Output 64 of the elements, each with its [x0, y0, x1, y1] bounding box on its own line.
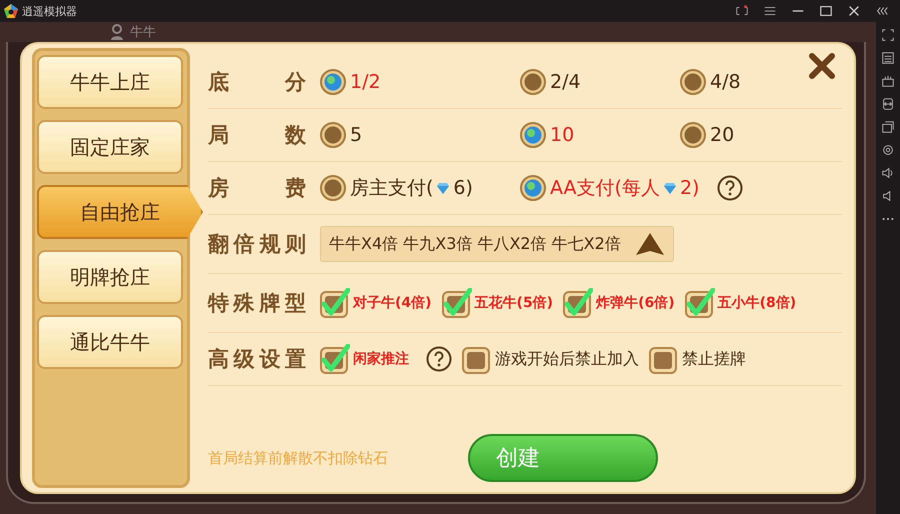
mode-tab[interactable]: 牛牛上庄 — [37, 55, 183, 109]
sync-icon[interactable] — [881, 97, 895, 111]
radio-icon[interactable] — [520, 69, 546, 95]
option-label: 10 — [550, 124, 574, 146]
radio-selected-icon[interactable] — [520, 122, 546, 148]
diamond-icon — [437, 182, 450, 194]
window-icon[interactable] — [881, 120, 895, 134]
checkbox-checked-icon[interactable] — [563, 288, 594, 318]
radio-icon[interactable] — [680, 122, 706, 148]
up-triangle-icon[interactable] — [634, 232, 665, 256]
checkbox-checked-icon[interactable] — [442, 288, 472, 318]
menu-icon[interactable] — [763, 4, 777, 18]
radio-icon[interactable] — [680, 69, 706, 95]
setting-label: 翻倍规则 — [208, 231, 306, 258]
app-logo-icon — [4, 4, 18, 18]
list-icon[interactable] — [881, 51, 895, 65]
player-name: 牛牛 — [130, 24, 156, 41]
option-label: AA支付(每人 — [550, 176, 660, 201]
mode-tab[interactable]: 自由抢庄 — [37, 185, 203, 239]
radio-icon[interactable] — [320, 175, 346, 201]
setting-label: 房费 — [208, 175, 306, 202]
mode-tab[interactable]: 固定庄家 — [37, 120, 183, 174]
mode-tab[interactable]: 明牌抢庄 — [37, 250, 183, 304]
radio-selected-icon[interactable] — [320, 69, 346, 95]
checkbox-checked-icon[interactable] — [320, 288, 350, 318]
price-label: 2) — [680, 177, 700, 199]
checkbox-checked-icon[interactable] — [684, 288, 715, 318]
setting-label: 局数 — [208, 122, 306, 149]
user-icon — [110, 24, 124, 40]
option-label: 炸弹牛(6倍) — [596, 294, 675, 312]
help-icon[interactable] — [717, 175, 744, 201]
close-icon[interactable] — [808, 52, 836, 80]
rule-dropdown[interactable]: 牛牛X4倍 牛九X3倍 牛八X2倍 牛七X2倍 — [320, 226, 674, 262]
fullscreen-icon[interactable] — [881, 28, 895, 42]
option-label: 对子牛(4倍) — [353, 294, 432, 312]
setting-label: 高级设置 — [208, 346, 306, 373]
option-label: 五小牛(8倍) — [718, 294, 796, 312]
volume-up-icon[interactable] — [881, 166, 895, 180]
diamond-icon — [664, 182, 676, 194]
maximize-icon[interactable] — [819, 4, 833, 18]
option-label: 禁止搓牌 — [682, 348, 746, 370]
checkbox-checked-icon[interactable] — [320, 344, 350, 374]
setting-label: 特殊牌型 — [208, 290, 306, 317]
help-icon[interactable] — [426, 346, 452, 372]
radio-icon[interactable] — [320, 122, 346, 148]
setting-label: 底分 — [208, 69, 306, 96]
radio-selected-icon[interactable] — [520, 175, 546, 201]
option-label: 五花牛(5倍) — [474, 294, 554, 312]
option-label: 20 — [710, 124, 734, 146]
app-title: 逍遥模拟器 — [22, 4, 77, 18]
option-label: 2/4 — [550, 71, 581, 93]
checkbox-icon[interactable] — [649, 344, 679, 374]
option-label: 房主支付( — [350, 176, 434, 201]
price-label: 6) — [453, 177, 473, 199]
checkbox-icon[interactable] — [462, 344, 492, 374]
mode-tab[interactable]: 通比牛牛 — [37, 315, 183, 369]
option-label: 游戏开始后禁止加入 — [495, 348, 639, 370]
screen-record-icon[interactable] — [735, 4, 749, 18]
option-label: 4/8 — [710, 71, 741, 93]
option-label: 1/2 — [350, 71, 381, 93]
option-label: 闲家推注 — [353, 350, 409, 368]
settings-icon[interactable] — [881, 143, 895, 157]
footer-note: 首局结算前解散不扣除钻石 — [208, 449, 388, 468]
option-label: 5 — [350, 124, 362, 146]
